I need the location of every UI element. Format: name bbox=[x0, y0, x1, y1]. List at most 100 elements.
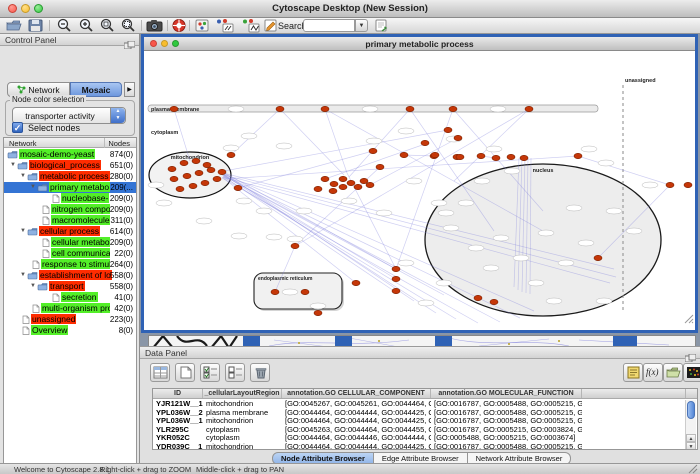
graph-node[interactable] bbox=[314, 186, 322, 191]
graph-node[interactable] bbox=[314, 310, 322, 315]
delete-attribute-icon[interactable] bbox=[250, 363, 270, 382]
save-icon[interactable] bbox=[26, 18, 46, 33]
graph-node[interactable] bbox=[227, 152, 235, 157]
table-column-header[interactable]: ID bbox=[153, 389, 203, 398]
graph-node[interactable] bbox=[492, 155, 500, 160]
expander-icon[interactable]: ▼ bbox=[20, 226, 27, 237]
graph-node[interactable] bbox=[666, 182, 674, 187]
graph-node[interactable] bbox=[170, 176, 178, 181]
unselect-attributes-icon[interactable] bbox=[225, 363, 245, 382]
graph-node[interactable] bbox=[507, 154, 515, 159]
tree-row[interactable]: ▼primary metabo209(... bbox=[4, 182, 136, 193]
graph-node[interactable] bbox=[218, 169, 226, 174]
graph-node[interactable] bbox=[183, 173, 191, 178]
graph-node[interactable] bbox=[203, 162, 211, 167]
tree-row[interactable]: secretion41(0) bbox=[4, 292, 136, 303]
attribute-table-header[interactable]: ID_cellularLayoutRegionannotation.GO CEL… bbox=[153, 389, 697, 399]
graph-node[interactable] bbox=[392, 288, 400, 293]
layout-attribute-2-icon[interactable] bbox=[240, 18, 260, 33]
expander-icon[interactable]: ▼ bbox=[30, 182, 37, 193]
search-input[interactable] bbox=[303, 19, 355, 32]
expander-icon[interactable]: ▼ bbox=[30, 281, 37, 292]
graph-node[interactable] bbox=[400, 152, 408, 157]
background-window-edge[interactable] bbox=[435, 336, 452, 346]
graph-node[interactable] bbox=[392, 266, 400, 271]
attribute-notes-icon[interactable] bbox=[623, 363, 643, 382]
table-column-header[interactable]: annotation.GO MOLECULAR_FUNCTION bbox=[431, 389, 582, 398]
select-nodes-checkbox[interactable]: ✓ bbox=[12, 122, 23, 133]
view-resize-grip[interactable] bbox=[684, 311, 694, 329]
import-attributes-icon[interactable] bbox=[663, 363, 683, 382]
tree-row[interactable]: macromolecule311(0) bbox=[4, 215, 136, 226]
graph-node[interactable] bbox=[180, 160, 188, 165]
tree-row[interactable]: unassigned223(0) bbox=[4, 314, 136, 325]
help-lifering-icon[interactable] bbox=[170, 18, 190, 33]
app-resize-grip[interactable] bbox=[688, 464, 698, 474]
cytopanel-nodes-icon[interactable] bbox=[193, 18, 213, 33]
network-canvas[interactable]: plasma membrane cytoplasm mitochondrion … bbox=[144, 51, 695, 330]
new-attribute-icon[interactable] bbox=[175, 363, 195, 382]
graph-node[interactable] bbox=[321, 176, 329, 181]
graph-node[interactable] bbox=[354, 184, 362, 189]
layout-attribute-1-icon[interactable] bbox=[214, 18, 234, 33]
graph-node[interactable] bbox=[213, 176, 221, 181]
graph-node[interactable] bbox=[574, 153, 582, 158]
table-column-header[interactable] bbox=[582, 389, 686, 398]
open-folder-icon[interactable] bbox=[4, 18, 24, 33]
tree-row[interactable]: response to stimulu264(0) bbox=[4, 259, 136, 270]
graph-node[interactable] bbox=[301, 289, 309, 294]
background-window-edge[interactable] bbox=[243, 336, 260, 346]
graph-node[interactable] bbox=[276, 106, 284, 111]
table-row[interactable]: YKR052Ccytoplasm[GO:0044464, GO:0044446,… bbox=[153, 434, 697, 443]
formula-fx-icon[interactable]: f(x) bbox=[643, 363, 663, 382]
graph-node[interactable] bbox=[366, 182, 374, 187]
graph-node[interactable] bbox=[520, 155, 528, 160]
float-panel-icon[interactable] bbox=[124, 36, 135, 54]
graph-node[interactable] bbox=[207, 167, 215, 172]
graph-node[interactable] bbox=[474, 295, 482, 300]
graph-node[interactable] bbox=[431, 152, 439, 157]
graph-node[interactable] bbox=[201, 180, 209, 185]
graph-node[interactable] bbox=[369, 148, 377, 153]
network-view-titlebar[interactable]: primary metabolic process bbox=[144, 37, 695, 51]
snapshot-camera-icon[interactable] bbox=[145, 18, 165, 33]
table-row[interactable]: YLR295Ccytoplasm[GO:0045263, GO:0044464,… bbox=[153, 426, 697, 435]
tree-row[interactable]: cellular metabo209(0) bbox=[4, 237, 136, 248]
tree-row[interactable]: ▼transport558(0) bbox=[4, 281, 136, 292]
select-attributes-icon[interactable] bbox=[200, 363, 220, 382]
graph-node[interactable] bbox=[195, 170, 203, 175]
scroll-down-icon[interactable]: ▼ bbox=[686, 442, 696, 450]
graph-node[interactable] bbox=[176, 186, 184, 191]
expander-icon[interactable]: ▼ bbox=[10, 160, 17, 171]
table-column-header[interactable]: annotation.GO CELLULAR_COMPONENT bbox=[282, 389, 431, 398]
graph-node[interactable] bbox=[477, 153, 485, 158]
expander-icon[interactable]: ▼ bbox=[20, 270, 27, 281]
table-column-header[interactable]: _cellularLayoutRegion bbox=[203, 389, 282, 398]
table-scrollbar[interactable]: ▲ ▼ bbox=[685, 400, 696, 450]
expander-icon[interactable]: ▼ bbox=[20, 171, 27, 182]
table-row[interactable]: YPL036W__1mitochondrion[GO:0044464, GO:0… bbox=[153, 417, 697, 426]
tree-row[interactable]: ▼metabolic process280(0) bbox=[4, 171, 136, 182]
tree-row[interactable]: ▼cellular process614(0) bbox=[4, 226, 136, 237]
graph-node[interactable] bbox=[339, 176, 347, 181]
node-color-dropdown[interactable]: transporter activity ▲▼ bbox=[12, 107, 126, 124]
tree-row[interactable]: ▼establishment of lo558(0) bbox=[4, 270, 136, 281]
search-dropdown-button[interactable]: ▼ bbox=[355, 19, 368, 32]
background-window-edge[interactable] bbox=[335, 336, 352, 346]
tree-row[interactable]: nucleobase-209(0) bbox=[4, 193, 136, 204]
graph-node[interactable] bbox=[684, 182, 692, 187]
graph-node[interactable] bbox=[321, 106, 329, 111]
zoom-out-icon[interactable] bbox=[55, 18, 75, 33]
graph-node[interactable] bbox=[234, 185, 242, 190]
graph-node[interactable] bbox=[352, 280, 360, 285]
graph-node[interactable] bbox=[594, 255, 602, 260]
scroll-up-icon[interactable]: ▲ bbox=[686, 434, 696, 442]
zoom-selected-icon[interactable] bbox=[98, 18, 118, 33]
graph-node[interactable] bbox=[189, 183, 197, 188]
tab-overflow-arrow[interactable]: ▶ bbox=[124, 82, 135, 97]
graph-node[interactable] bbox=[490, 299, 498, 304]
graph-node[interactable] bbox=[170, 106, 178, 111]
table-row[interactable]: YDR039C__1mitochondrion[GO:0044464, GO:0… bbox=[153, 443, 697, 450]
tree-row[interactable]: multi-organism pro42(0) bbox=[4, 303, 136, 314]
graph-node[interactable] bbox=[192, 158, 200, 163]
